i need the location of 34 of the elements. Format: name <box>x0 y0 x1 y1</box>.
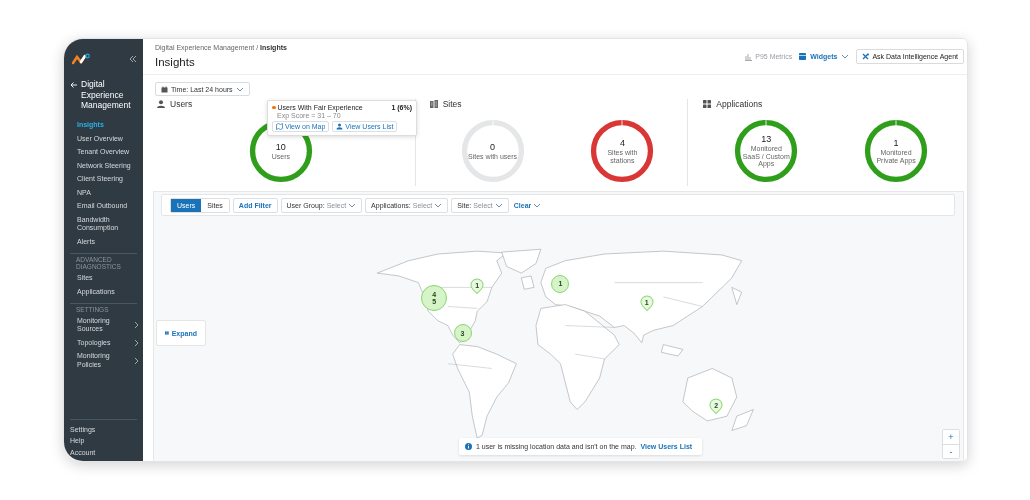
grid-icon <box>703 100 712 108</box>
calendar-icon <box>161 85 168 93</box>
map-icon <box>276 123 283 130</box>
info-icon <box>465 443 472 450</box>
donut-ring <box>864 119 929 183</box>
chevron-down-icon <box>841 53 850 60</box>
donut-value: 0 <box>490 141 496 152</box>
donut-ring <box>460 119 525 183</box>
user-icon <box>157 100 165 108</box>
donut-ring <box>590 119 655 183</box>
chevron-down-icon <box>533 201 542 209</box>
page-title: Insights <box>155 56 196 69</box>
collapse-icon <box>129 55 137 63</box>
donut-value: 1 <box>893 138 899 148</box>
donut-value: 4 <box>619 138 625 148</box>
panel-icon <box>165 330 169 336</box>
zoom-button[interactable]: - <box>943 444 959 458</box>
back-arrow-icon <box>70 81 78 89</box>
donut-value: 13 <box>761 134 772 145</box>
widget-icon <box>799 53 807 60</box>
bar-chart-icon <box>745 52 753 61</box>
chevron-down-icon <box>348 201 357 209</box>
section-title[interactable]: Digital Experience Management <box>81 79 139 111</box>
donut-value: 10 <box>275 141 286 152</box>
section-title: Sites <box>442 99 462 109</box>
chevron-down-icon <box>235 85 244 93</box>
donut-ring <box>734 119 799 183</box>
chevron-down-icon <box>494 201 503 209</box>
chevron-down-icon <box>434 201 443 209</box>
section-title: Applications <box>716 99 763 109</box>
user-icon <box>336 123 344 130</box>
logo-icon <box>72 53 90 65</box>
building-icon <box>429 100 438 108</box>
section-title: Users <box>170 99 193 109</box>
